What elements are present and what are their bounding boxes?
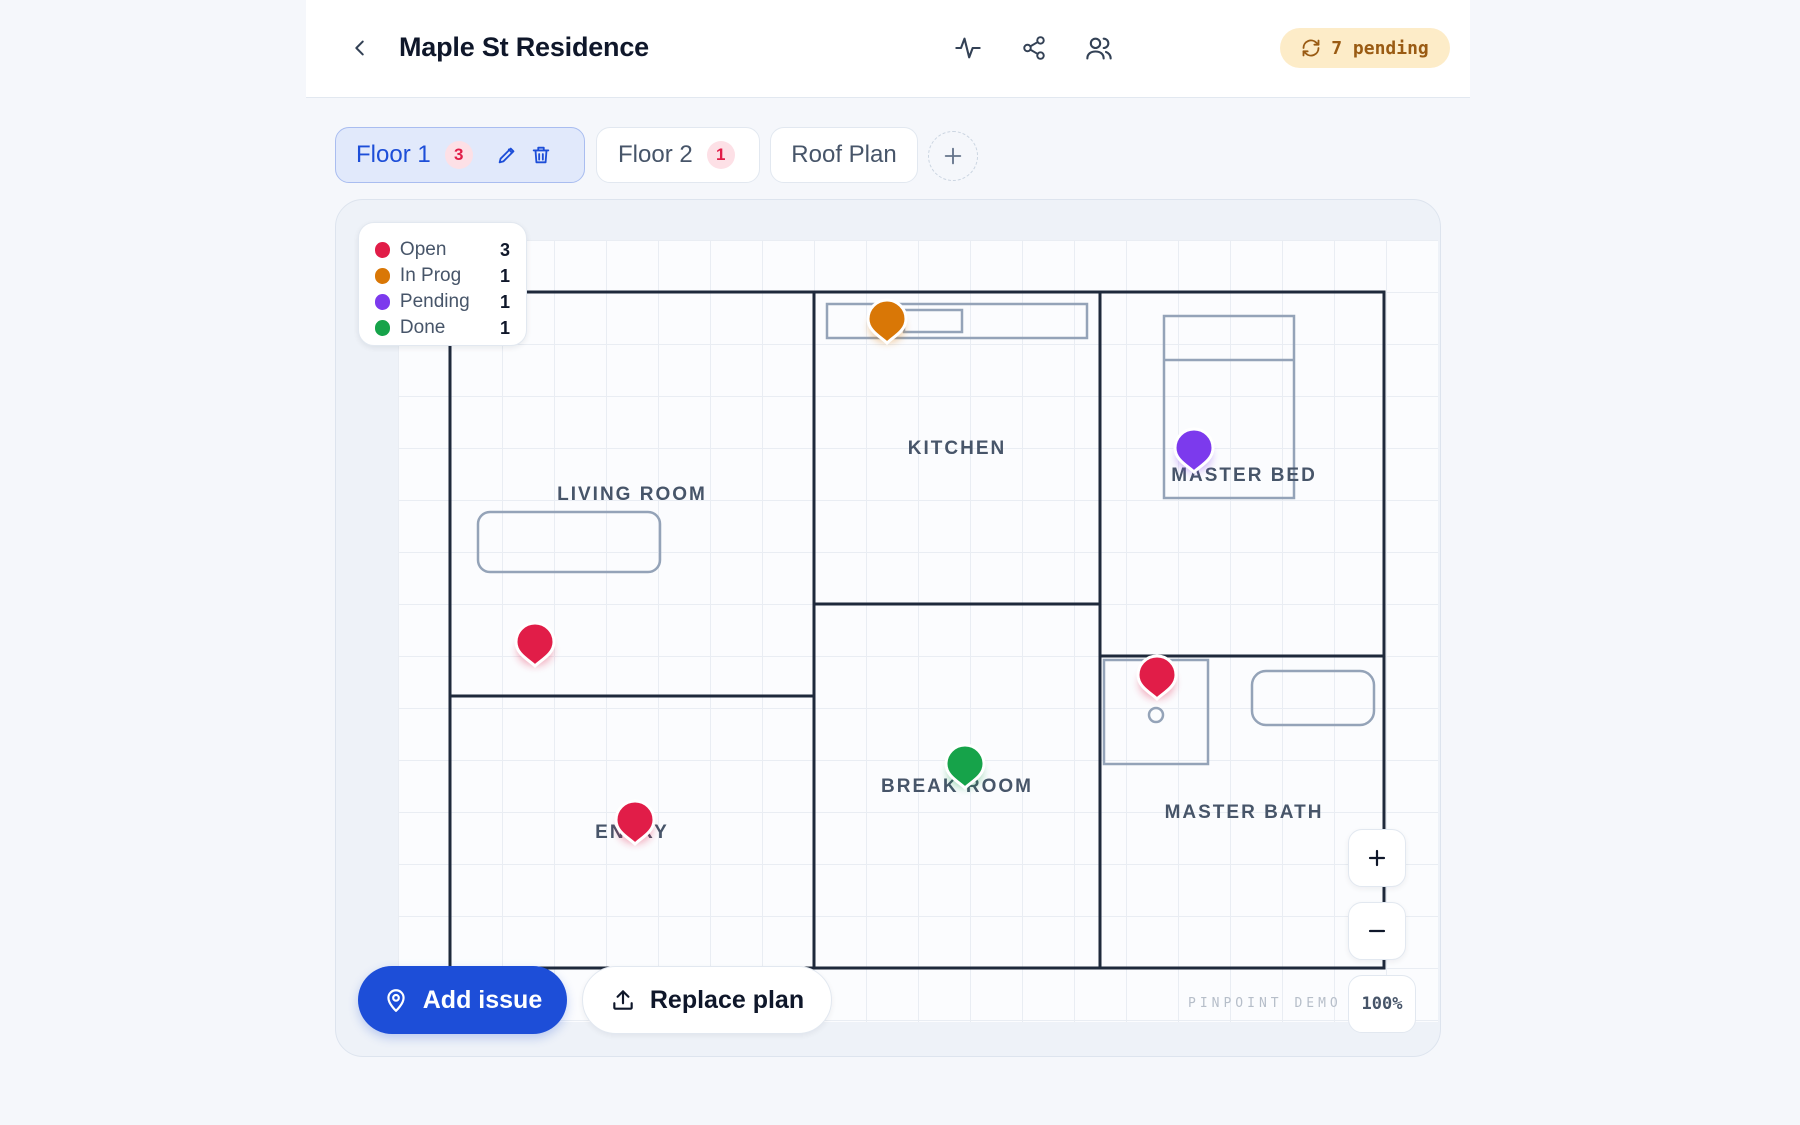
legend-item-done: Done 1 bbox=[375, 315, 510, 341]
issue-pin-pending[interactable] bbox=[1173, 427, 1215, 475]
sync-icon bbox=[1302, 39, 1320, 57]
legend-count: 3 bbox=[499, 239, 510, 260]
sink-fixture bbox=[902, 308, 964, 334]
zoom-out-button[interactable] bbox=[1348, 902, 1406, 960]
tab-label: Roof Plan bbox=[791, 141, 897, 168]
issue-pin-done[interactable] bbox=[944, 743, 986, 791]
activity-icon bbox=[955, 37, 981, 59]
activity-button[interactable] bbox=[948, 28, 988, 68]
issue-pin-open[interactable] bbox=[514, 621, 556, 669]
outer-wall bbox=[448, 290, 1386, 970]
sofa-fixture bbox=[476, 510, 662, 574]
status-dot bbox=[375, 268, 390, 284]
issue-pin-open[interactable] bbox=[1136, 654, 1178, 702]
upload-icon bbox=[613, 990, 633, 1010]
legend-item-open: Open 3 bbox=[375, 237, 510, 263]
back-button[interactable] bbox=[342, 30, 378, 66]
status-dot bbox=[375, 320, 390, 336]
tab-label: Floor 1 bbox=[356, 141, 431, 168]
legend-label: Done bbox=[399, 317, 446, 338]
minus-icon bbox=[1368, 929, 1386, 933]
add-issue-button[interactable]: Add issue bbox=[358, 966, 567, 1034]
zoom-in-button[interactable] bbox=[1348, 829, 1406, 887]
legend-item-in-progress: In Prog 1 bbox=[375, 263, 510, 289]
room-label-living-room: LIVING ROOM bbox=[557, 484, 707, 505]
trash-icon bbox=[532, 146, 549, 164]
room-label-master-bath: MASTER BATH bbox=[1165, 802, 1324, 823]
pending-sync-badge[interactable]: 7 pending bbox=[1280, 28, 1450, 68]
delete-floor-button[interactable] bbox=[525, 139, 557, 171]
plus-icon bbox=[1368, 849, 1386, 867]
floor-plan-canvas[interactable]: LIVING ROOM KITCHEN MASTER BED BREAK ROO… bbox=[335, 199, 1441, 1057]
header: Maple St Residence 7 pending bbox=[306, 0, 1470, 98]
collaborators-button[interactable] bbox=[1079, 28, 1119, 68]
tab-floor-1[interactable]: Floor 1 3 bbox=[335, 127, 585, 183]
plus-icon bbox=[944, 147, 962, 165]
legend-label: In Prog bbox=[399, 265, 462, 286]
legend-count: 1 bbox=[499, 291, 510, 312]
status-legend: Open 3 In Prog 1 Pending 1 Done 1 bbox=[358, 222, 527, 346]
tub-fixture bbox=[1250, 669, 1376, 727]
tab-floor-2[interactable]: Floor 2 1 bbox=[596, 127, 760, 183]
zoom-level-indicator: 100% bbox=[1348, 975, 1416, 1033]
map-pin-icon bbox=[387, 989, 405, 1012]
room-label-kitchen: KITCHEN bbox=[908, 438, 1006, 459]
rename-floor-button[interactable] bbox=[491, 139, 523, 171]
issue-pin-open[interactable] bbox=[614, 799, 656, 847]
legend-label: Pending bbox=[399, 291, 470, 312]
drain-fixture bbox=[1147, 706, 1165, 724]
legend-count: 1 bbox=[499, 317, 510, 338]
issue-count-badge: 1 bbox=[706, 141, 735, 169]
add-issue-label: Add issue bbox=[422, 985, 543, 1014]
users-icon bbox=[1086, 37, 1112, 60]
legend-count: 1 bbox=[499, 265, 510, 286]
status-dot bbox=[375, 242, 390, 258]
chevron-left-icon bbox=[355, 40, 364, 56]
share-icon bbox=[1023, 36, 1045, 60]
app: Maple St Residence 7 pending Floor 1 3 F… bbox=[306, 0, 1470, 1125]
legend-item-pending: Pending 1 bbox=[375, 289, 510, 315]
pencil-icon bbox=[498, 147, 515, 164]
add-floor-button[interactable] bbox=[928, 131, 978, 181]
replace-plan-label: Replace plan bbox=[649, 985, 805, 1014]
replace-plan-button[interactable]: Replace plan bbox=[582, 966, 832, 1034]
page-title: Maple St Residence bbox=[399, 32, 649, 62]
pending-count: 7 pending bbox=[1331, 37, 1429, 59]
share-button[interactable] bbox=[1014, 28, 1054, 68]
legend-label: Open bbox=[399, 239, 447, 260]
tab-roof-plan[interactable]: Roof Plan bbox=[770, 127, 918, 183]
status-dot bbox=[375, 294, 390, 310]
issue-pin-in-progress[interactable] bbox=[866, 298, 908, 346]
floor-plan-drawing: LIVING ROOM KITCHEN MASTER BED BREAK ROO… bbox=[448, 290, 1386, 1011]
tab-label: Floor 2 bbox=[618, 141, 693, 168]
issue-count-badge: 3 bbox=[444, 141, 473, 169]
